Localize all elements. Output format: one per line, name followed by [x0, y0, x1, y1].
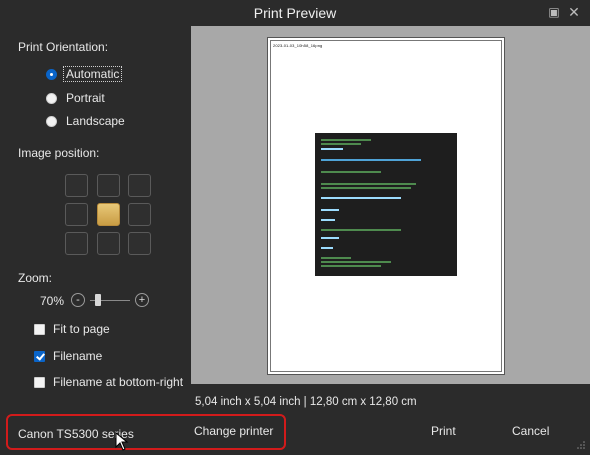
filename-bottom-right-checkbox[interactable] [34, 376, 45, 388]
paper-preview: 2023-01-03_10h58_16png [267, 37, 505, 375]
position-bottom-left[interactable] [65, 232, 88, 255]
print-dimensions: 5,04 inch x 5,04 inch | 12,80 cm x 12,80… [195, 396, 417, 408]
orientation-landscape[interactable]: Landscape [46, 112, 127, 130]
filename-bottom-right-option[interactable]: Filename at bottom-right [34, 373, 183, 391]
filename-label[interactable]: Filename [53, 349, 102, 363]
zoom-out-button[interactable]: - [71, 293, 85, 307]
fit-to-page-checkbox[interactable] [34, 323, 45, 335]
orientation-automatic-label[interactable]: Automatic [62, 66, 123, 82]
position-top-center[interactable] [97, 174, 120, 197]
orientation-portrait[interactable]: Portrait [46, 89, 107, 107]
screenshot-thumbnail [315, 133, 457, 276]
filename-option[interactable]: Filename [34, 347, 102, 365]
orientation-landscape-label[interactable]: Landscape [64, 114, 127, 128]
zoom-in-button[interactable]: + [135, 293, 149, 307]
resize-grip-icon[interactable] [576, 440, 586, 450]
close-icon[interactable]: ✕ [566, 4, 582, 20]
position-top-right[interactable] [128, 174, 151, 197]
zoom-slider-thumb[interactable] [95, 294, 101, 306]
orientation-portrait-label[interactable]: Portrait [64, 91, 107, 105]
position-middle-center[interactable] [97, 203, 120, 226]
radio-button-checked[interactable] [46, 68, 57, 80]
mouse-cursor-icon [115, 432, 129, 451]
zoom-label: Zoom: [18, 271, 53, 285]
window-title: Print Preview [253, 5, 337, 21]
footer-bar: Canon TS5300 series Change printer Print… [0, 410, 590, 455]
image-position-grid [65, 174, 153, 262]
cancel-button[interactable]: Cancel [512, 424, 549, 438]
zoom-control: 70% - + [40, 292, 190, 310]
maximize-icon[interactable]: ▣ [546, 4, 562, 20]
fit-to-page-option[interactable]: Fit to page [34, 320, 110, 338]
position-bottom-center[interactable] [97, 232, 120, 255]
radio-button[interactable] [46, 92, 57, 104]
preview-filename: 2023-01-03_10h58_16png [273, 43, 323, 48]
position-top-left[interactable] [65, 174, 88, 197]
settings-panel: Print Orientation: Automatic Portrait La… [0, 26, 190, 391]
zoom-value: 70% [40, 294, 65, 308]
print-button[interactable]: Print [431, 424, 456, 438]
image-position-label: Image position: [18, 146, 100, 160]
position-bottom-right[interactable] [128, 232, 151, 255]
change-printer-button[interactable]: Change printer [194, 424, 273, 438]
filename-checkbox[interactable] [34, 350, 45, 362]
radio-button[interactable] [46, 115, 57, 127]
orientation-label: Print Orientation: [18, 40, 109, 54]
position-middle-left[interactable] [65, 203, 88, 226]
filename-bottom-right-label[interactable]: Filename at bottom-right [53, 375, 183, 389]
orientation-automatic[interactable]: Automatic [46, 65, 123, 83]
title-bar: Print Preview ▣ ✕ [0, 0, 590, 26]
position-middle-right[interactable] [128, 203, 151, 226]
fit-to-page-label[interactable]: Fit to page [53, 322, 110, 336]
